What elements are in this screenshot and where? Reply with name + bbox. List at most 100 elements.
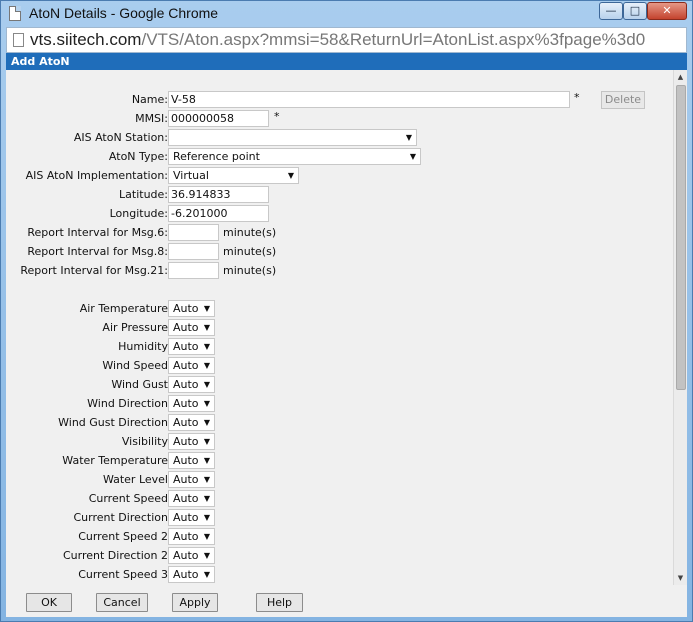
- implementation-select[interactable]: Virtual ▼: [168, 167, 299, 184]
- sensor-select-value: Auto: [173, 378, 199, 391]
- sensor-label: Wind Direction: [87, 397, 168, 410]
- mmsi-required-marker: *: [274, 110, 280, 123]
- close-icon: ✕: [662, 4, 672, 17]
- sensor-select-value: Auto: [173, 454, 199, 467]
- implementation-select-value: Virtual: [173, 169, 209, 182]
- url-domain: vts.siitech.com: [30, 30, 142, 49]
- minimize-button[interactable]: —: [599, 2, 623, 20]
- sensor-select[interactable]: Auto ▼: [168, 376, 215, 393]
- chevron-down-icon: ▼: [203, 513, 210, 522]
- msg8-label: Report Interval for Msg.8:: [27, 245, 168, 258]
- address-bar[interactable]: vts.siitech.com/VTS/Aton.aspx?mmsi=58&Re…: [6, 27, 687, 53]
- msg8-unit: minute(s): [223, 245, 277, 258]
- ok-button[interactable]: OK: [26, 593, 72, 612]
- sensor-select-value: Auto: [173, 473, 199, 486]
- page-icon: [13, 33, 24, 47]
- scroll-up-arrow-icon[interactable]: ▲: [674, 70, 687, 84]
- msg8-input[interactable]: [168, 243, 219, 260]
- chevron-down-icon: ▼: [409, 152, 416, 161]
- mmsi-input[interactable]: 000000058: [168, 110, 269, 127]
- sensor-select[interactable]: Auto ▼: [168, 414, 215, 431]
- document-icon: [9, 6, 21, 21]
- chevron-down-icon: ▼: [203, 361, 210, 370]
- sensor-label: Current Direction 2: [63, 549, 168, 562]
- scrollbar[interactable]: ▲ ▼: [673, 70, 687, 585]
- latitude-input[interactable]: 36.914833: [168, 186, 269, 203]
- sensor-label: Wind Speed: [102, 359, 168, 372]
- window-title: AtoN Details - Google Chrome: [29, 5, 219, 21]
- implementation-label: AIS AtoN Implementation:: [25, 169, 168, 182]
- sensor-select-value: Auto: [173, 321, 199, 334]
- chevron-down-icon: ▼: [203, 342, 210, 351]
- sensor-label: Water Level: [102, 473, 168, 486]
- browser-window: AtoN Details - Google Chrome — □ ✕ vts.s…: [0, 0, 693, 622]
- sensor-label: Wind Gust: [111, 378, 168, 391]
- section-header: Add AtoN: [6, 53, 687, 70]
- sensor-select-value: Auto: [173, 530, 199, 543]
- scroll-thumb[interactable]: [676, 85, 686, 390]
- chevron-down-icon: ▼: [203, 475, 210, 484]
- url-path: /VTS/Aton.aspx?mmsi=58&ReturnUrl=AtonLis…: [141, 30, 646, 49]
- msg21-label: Report Interval for Msg.21:: [20, 264, 168, 277]
- msg21-input[interactable]: [168, 262, 219, 279]
- sensor-label: Air Temperature: [79, 302, 168, 315]
- sensor-label: Wind Gust Direction: [58, 416, 168, 429]
- sensor-select[interactable]: Auto ▼: [168, 338, 215, 355]
- chevron-down-icon: ▼: [405, 133, 412, 142]
- type-select[interactable]: Reference point ▼: [168, 148, 421, 165]
- type-select-value: Reference point: [173, 150, 260, 163]
- chevron-down-icon: ▼: [203, 418, 210, 427]
- sensor-select[interactable]: Auto ▼: [168, 471, 215, 488]
- sensor-select-value: Auto: [173, 416, 199, 429]
- chevron-down-icon: ▼: [203, 399, 210, 408]
- sensor-select[interactable]: Auto ▼: [168, 490, 215, 507]
- chevron-down-icon: ▼: [203, 551, 210, 560]
- sensor-select[interactable]: Auto ▼: [168, 395, 215, 412]
- sensor-select[interactable]: Auto ▼: [168, 528, 215, 545]
- sensor-label: Air Pressure: [102, 321, 168, 334]
- sensor-select[interactable]: Auto ▼: [168, 547, 215, 564]
- sensor-label: Current Speed 3: [78, 568, 168, 581]
- sensor-select[interactable]: Auto ▼: [168, 357, 215, 374]
- station-select[interactable]: ▼: [168, 129, 417, 146]
- sensor-select-value: Auto: [173, 302, 199, 315]
- chevron-down-icon: ▼: [203, 304, 210, 313]
- sensor-label: Current Speed 2: [78, 530, 168, 543]
- chevron-down-icon: ▼: [203, 380, 210, 389]
- latitude-label: Latitude:: [119, 188, 168, 201]
- url-text: vts.siitech.com/VTS/Aton.aspx?mmsi=58&Re…: [30, 30, 645, 50]
- sensor-select[interactable]: Auto ▼: [168, 509, 215, 526]
- sensor-select-value: Auto: [173, 435, 199, 448]
- cancel-button[interactable]: Cancel: [96, 593, 148, 612]
- sensor-select[interactable]: Auto ▼: [168, 300, 215, 317]
- minimize-icon: —: [605, 4, 617, 17]
- sensor-label: Visibility: [121, 435, 168, 448]
- help-button[interactable]: Help: [256, 593, 303, 612]
- chevron-down-icon: ▼: [203, 532, 210, 541]
- sensor-select-value: Auto: [173, 340, 199, 353]
- maximize-button[interactable]: □: [623, 2, 647, 20]
- apply-button[interactable]: Apply: [172, 593, 218, 612]
- sensor-label: Current Speed: [88, 492, 168, 505]
- sensor-select-value: Auto: [173, 492, 199, 505]
- sensor-select[interactable]: Auto ▼: [168, 566, 215, 583]
- msg21-unit: minute(s): [223, 264, 277, 277]
- scroll-down-arrow-icon[interactable]: ▼: [674, 571, 687, 585]
- sensor-select[interactable]: Auto ▼: [168, 319, 215, 336]
- station-label: AIS AtoN Station:: [73, 131, 168, 144]
- chevron-down-icon: ▼: [203, 437, 210, 446]
- sensor-select-value: Auto: [173, 397, 199, 410]
- title-bar[interactable]: AtoN Details - Google Chrome — □ ✕: [1, 1, 692, 26]
- page-content: Add AtoN Name: V-58 * Delete MMSI: 00000…: [6, 53, 687, 617]
- sensor-select[interactable]: Auto ▼: [168, 433, 215, 450]
- delete-button[interactable]: Delete: [601, 91, 645, 109]
- msg6-input[interactable]: [168, 224, 219, 241]
- chevron-down-icon: ▼: [203, 456, 210, 465]
- sensor-select[interactable]: Auto ▼: [168, 452, 215, 469]
- name-input[interactable]: V-58: [168, 91, 570, 108]
- chevron-down-icon: ▼: [203, 570, 210, 579]
- chevron-down-icon: ▼: [203, 323, 210, 332]
- longitude-input[interactable]: -6.201000: [168, 205, 269, 222]
- name-required-marker: *: [574, 91, 580, 104]
- close-button[interactable]: ✕: [647, 2, 687, 20]
